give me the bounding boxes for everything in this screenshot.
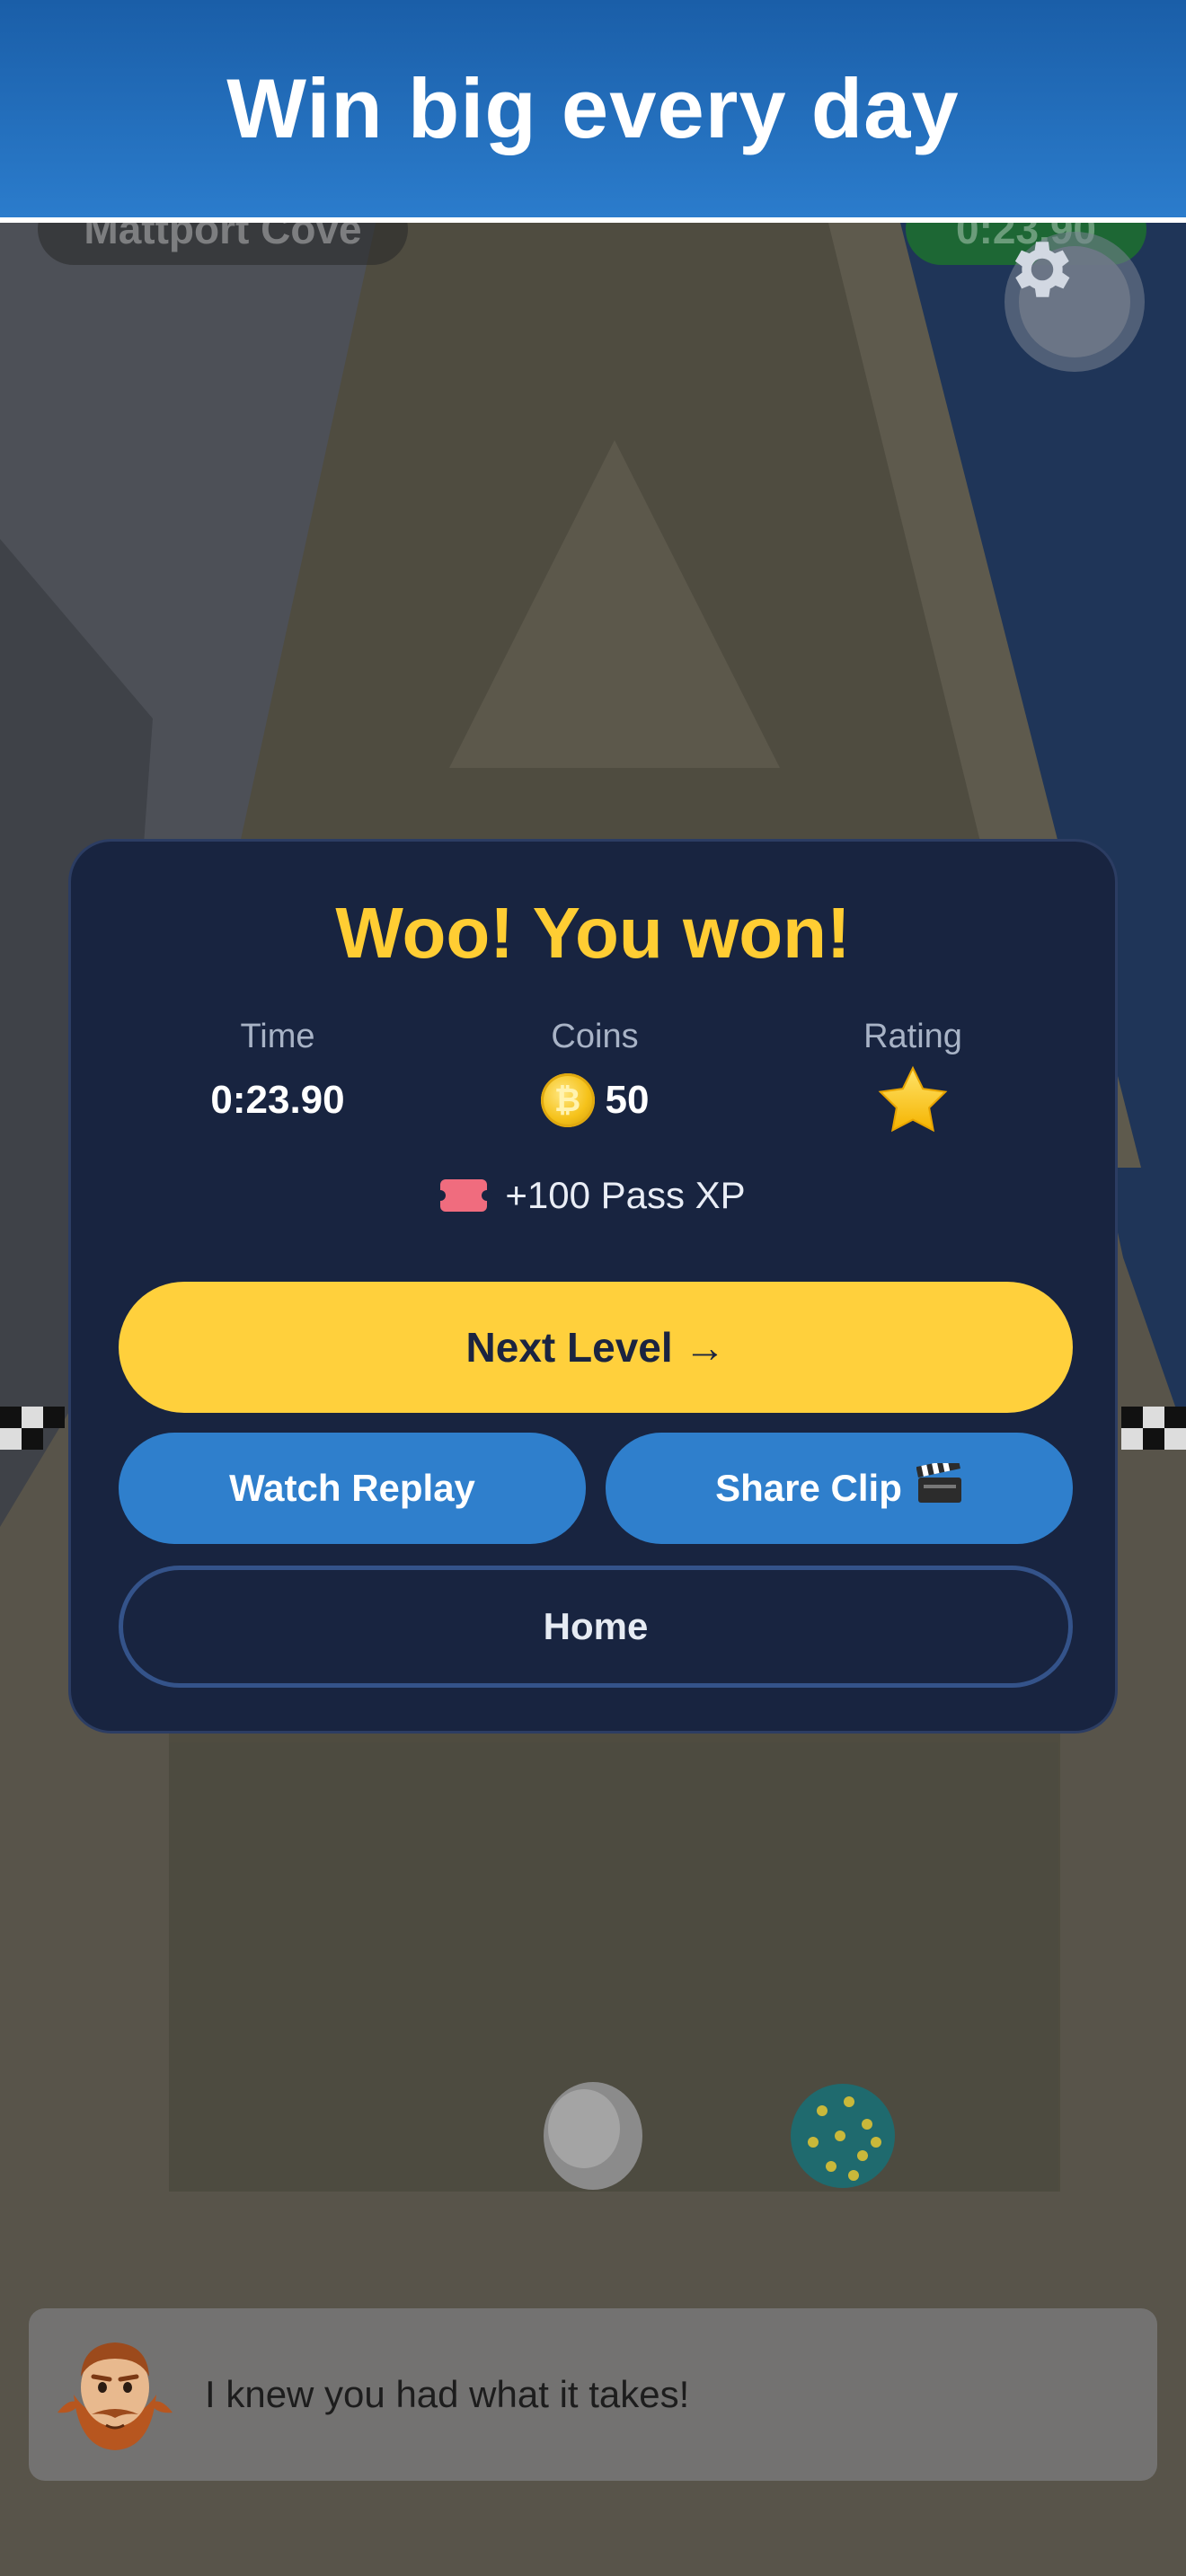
character-avatar <box>58 2342 173 2450</box>
stat-time: Time 0:23.90 <box>129 1018 426 1132</box>
dialog-text: I knew you had what it takes! <box>205 2373 690 2415</box>
stat-rating: Rating <box>765 1018 1061 1133</box>
settings-button[interactable] <box>1005 232 1145 372</box>
character-dialog: I knew you had what it takes! <box>29 2308 1157 2481</box>
share-clip-label: Share Clip <box>715 1467 902 1509</box>
promo-banner: Win big every day <box>0 0 1186 223</box>
coin-icon: ₿ <box>540 1073 595 1127</box>
watch-replay-button[interactable]: Watch Replay <box>119 1433 586 1544</box>
stat-coins-value: 50 <box>605 1078 650 1122</box>
stat-time-label: Time <box>240 1018 315 1055</box>
banner-title: Win big every day <box>226 61 960 155</box>
stat-coins-label: Coins <box>551 1018 639 1055</box>
stat-time-value: 0:23.90 <box>210 1078 345 1122</box>
pass-xp-text: +100 Pass XP <box>505 1174 746 1216</box>
gear-icon <box>1014 242 1070 297</box>
home-button[interactable]: Home <box>119 1566 1073 1688</box>
next-level-button[interactable]: Next Level → <box>119 1282 1073 1413</box>
level-complete-modal: Woo! You won! Time 0:23.90 Coins ₿ 50 Ra… <box>68 839 1118 1734</box>
stat-rating-label: Rating <box>863 1018 962 1055</box>
watch-replay-label: Watch Replay <box>229 1467 475 1509</box>
share-clip-button[interactable]: Share Clip <box>606 1433 1073 1544</box>
star-icon <box>878 1065 948 1133</box>
pass-xp-reward: +100 Pass XP <box>71 1174 1115 1217</box>
modal-title: Woo! You won! <box>335 893 851 973</box>
ticket-icon <box>435 1179 493 1212</box>
home-label: Home <box>543 1605 649 1647</box>
next-level-label: Next Level → <box>465 1324 726 1371</box>
stat-coins: Coins ₿ 50 <box>447 1018 743 1132</box>
clapperboard-icon <box>916 1458 963 1513</box>
